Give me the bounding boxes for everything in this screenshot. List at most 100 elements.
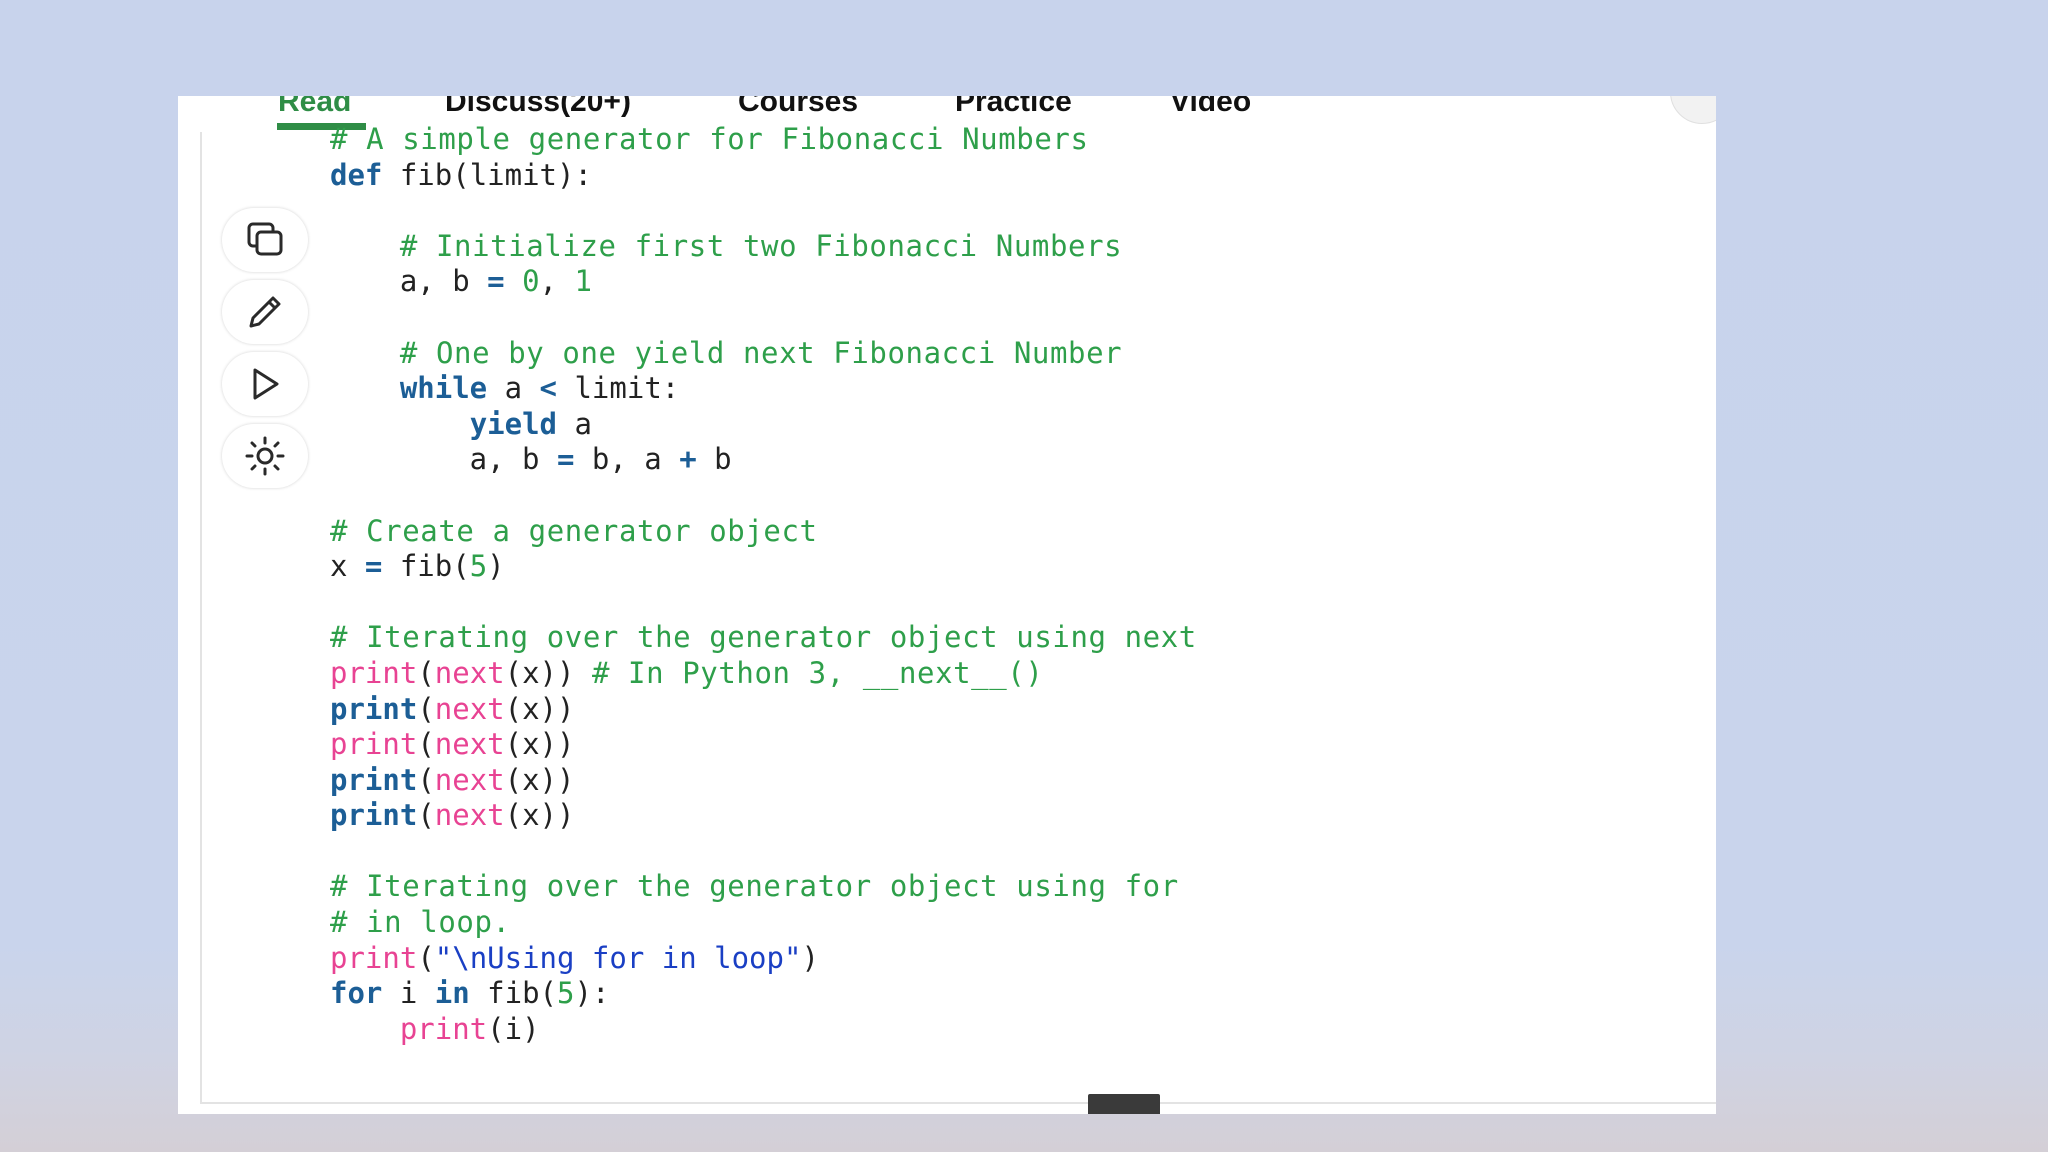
code-line: # Iterating over the generator object us… [330, 620, 1197, 656]
code-token: next [434, 762, 505, 797]
code-token: print [330, 798, 418, 833]
code-token: # Iterating over the generator object us… [330, 869, 1179, 904]
copy-icon [247, 222, 283, 256]
code-line: print(i) [330, 1012, 1197, 1048]
code-token: # Initialize first two Fibonacci Numbers [399, 228, 1123, 263]
code-token: next [434, 655, 505, 690]
code-line: print("\nUsing for in loop") [330, 941, 1197, 977]
code-token: ( [417, 762, 435, 797]
code-token: limit: [557, 371, 680, 406]
code-token: (x)) [504, 762, 575, 797]
code-token: a [557, 406, 592, 441]
horizontal-scrollbar-thumb[interactable] [1088, 1094, 1160, 1114]
code-token: < [539, 371, 558, 406]
code-token: + [679, 442, 697, 477]
code-token: (x)) [504, 691, 575, 726]
code-editor: # A simple generator for Fibonacci Numbe… [330, 122, 1197, 1047]
code-token: print [330, 691, 418, 726]
code-token: ( [417, 727, 435, 762]
code-line: yield a [330, 407, 1197, 443]
code-line: print(next(x)) [330, 763, 1197, 799]
code-token: ( [417, 798, 435, 833]
code-token: print [330, 762, 418, 797]
code-token: , [539, 264, 575, 299]
code-token: 1 [574, 264, 592, 299]
code-token: ( [417, 691, 435, 726]
code-token: next [434, 798, 505, 833]
code-token: while [399, 371, 488, 406]
code-token: next [434, 691, 505, 726]
code-token: b, a [574, 442, 680, 477]
code-line: a, b = b, a + b [330, 442, 1197, 478]
code-line: def fib(limit): [330, 158, 1197, 194]
code-token: # One by one yield next Fibonacci Number [399, 335, 1123, 370]
code-token: a, b [330, 264, 488, 299]
code-token: # Create a generator object [330, 513, 818, 548]
code-token: = [487, 264, 505, 299]
code-token: ): [574, 976, 610, 1011]
code-token: = [556, 442, 575, 477]
tab-courses[interactable]: Courses [738, 96, 858, 122]
code-token: # Iterating over the generator object us… [330, 620, 1197, 655]
code-token: 5 [469, 549, 488, 584]
run-code-button[interactable] [222, 352, 308, 416]
tab-read[interactable]: Read [278, 96, 351, 122]
code-token: def [330, 157, 383, 192]
code-token: a [487, 371, 540, 406]
code-token: 0 [522, 264, 540, 299]
code-token: # in loop. [330, 905, 511, 940]
code-line: # One by one yield next Fibonacci Number [330, 336, 1197, 372]
code-line: while a < limit: [330, 371, 1197, 407]
code-token: print [330, 727, 418, 762]
code-line: x = fib(5) [330, 549, 1197, 585]
code-token: for [330, 976, 383, 1011]
code-token: print [399, 1011, 488, 1046]
code-line: # Initialize first two Fibonacci Numbers [330, 229, 1197, 265]
code-token: fib( [469, 976, 558, 1011]
edit-icon [249, 296, 281, 328]
code-token: (x)) [504, 798, 575, 833]
code-token: = [364, 549, 383, 584]
code-line: print(next(x)) # In Python 3, __next__() [330, 656, 1197, 692]
code-token: (i) [487, 1011, 540, 1046]
code-token: (x)) [504, 727, 575, 762]
edit-code-button[interactable] [222, 280, 308, 344]
code-line: print(next(x)) [330, 692, 1197, 728]
code-line: print(next(x)) [330, 727, 1197, 763]
code-token: print [330, 940, 418, 975]
code-token: fib(limit): [382, 157, 592, 192]
code-token: a, b [330, 442, 557, 477]
tab-practice[interactable]: Practice [955, 96, 1072, 122]
code-line: a, b = 0, 1 [330, 264, 1197, 300]
code-line: for i in fib(5): [330, 976, 1197, 1012]
code-token: # In Python 3, __next__() [591, 655, 1044, 690]
code-token: ( [417, 655, 435, 690]
code-token: 5 [557, 976, 575, 1011]
code-token: # A simple generator for Fibonacci Numbe… [330, 122, 1089, 156]
tab-video[interactable]: Video [1170, 96, 1251, 122]
code-token: ) [801, 940, 819, 975]
code-line: # Iterating over the generator object us… [330, 869, 1197, 905]
tab-discuss[interactable]: Discuss(20+) [445, 96, 631, 122]
code-line: # Create a generator object [330, 514, 1197, 550]
run-icon [253, 368, 279, 400]
code-token: b [696, 442, 732, 477]
copy-code-button[interactable] [222, 208, 308, 272]
code-toolbar [222, 208, 312, 496]
toggle-theme-button[interactable] [222, 424, 308, 488]
code-token: print [330, 655, 418, 690]
code-token: ( [417, 940, 435, 975]
code-line: # A simple generator for Fibonacci Numbe… [330, 122, 1197, 158]
scroll-top-button[interactable] [1670, 96, 1716, 124]
article-panel: Read Discuss(20+) Courses Practice Video [178, 96, 1716, 1114]
code-token: x [330, 549, 365, 584]
